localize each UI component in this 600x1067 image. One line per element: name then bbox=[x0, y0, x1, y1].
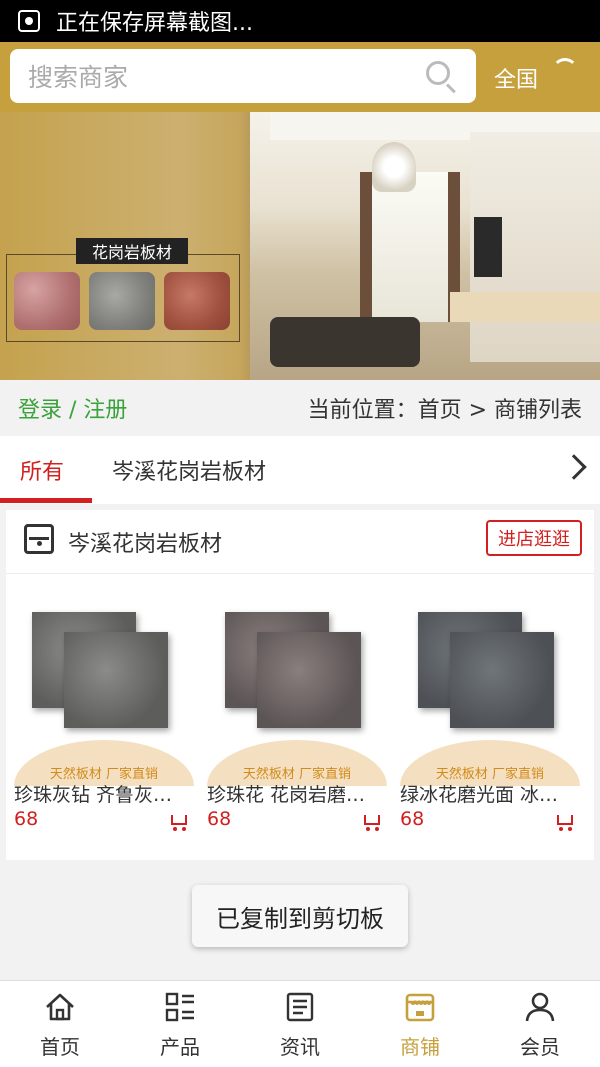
screenshot-icon bbox=[18, 10, 40, 32]
location-bar: 登录 / 注册 当前位置：首页 > 商铺列表 bbox=[0, 380, 600, 436]
nav-item-member[interactable]: 会员 bbox=[480, 981, 600, 1067]
granite-swatch-gray bbox=[89, 272, 155, 330]
status-text: 正在保存屏幕截图... bbox=[56, 11, 253, 36]
nav-label: 首页 bbox=[40, 1035, 80, 1059]
product-price: 68 bbox=[207, 808, 232, 830]
category-tabs: 所有 岑溪花岗岩板材 bbox=[0, 436, 600, 504]
user-icon bbox=[525, 992, 555, 1022]
nav-item-news[interactable]: 资讯 bbox=[240, 981, 360, 1067]
loading-spinner-icon bbox=[552, 58, 578, 84]
cart-icon[interactable] bbox=[361, 812, 383, 831]
search-icon[interactable] bbox=[424, 59, 458, 94]
nav-label: 资讯 bbox=[280, 1035, 320, 1059]
shop-name[interactable]: 岑溪花岗岩板材 bbox=[68, 526, 222, 558]
nav-item-shops[interactable]: 商铺 bbox=[360, 981, 480, 1067]
product-name[interactable]: 绿冰花磨光面 冰… bbox=[400, 780, 580, 807]
cart-icon[interactable] bbox=[168, 812, 190, 831]
breadcrumb: 当前位置：首页 > 商铺列表 bbox=[307, 398, 582, 423]
banner-title: 花岗岩板材 bbox=[76, 238, 188, 264]
nav-label: 产品 bbox=[160, 1035, 200, 1059]
product-card[interactable]: 天然板材 厂家直销 珍珠灰钻 齐鲁灰… 68 bbox=[14, 600, 194, 850]
login-register-link[interactable]: 登录 / 注册 bbox=[18, 392, 127, 424]
product-name[interactable]: 珍珠灰钻 齐鲁灰… bbox=[14, 780, 194, 807]
shop-card-header: 岑溪花岗岩板材 进店逛逛 bbox=[6, 510, 594, 574]
nav-item-home[interactable]: 首页 bbox=[0, 981, 120, 1067]
product-card[interactable]: 天然板材 厂家直销 珍珠花 花岗岩磨… 68 bbox=[207, 600, 387, 850]
granite-swatch-pink bbox=[14, 272, 80, 330]
tab-all[interactable]: 所有 bbox=[20, 454, 64, 486]
banner[interactable]: 花岗岩板材 bbox=[0, 112, 600, 380]
store-icon bbox=[24, 524, 54, 554]
shop-card: 岑溪花岗岩板材 进店逛逛 天然板材 厂家直销 珍珠灰钻 齐鲁灰… 68 天然板材… bbox=[6, 510, 594, 860]
cart-icon[interactable] bbox=[554, 812, 576, 831]
chevron-right-icon[interactable] bbox=[561, 454, 587, 480]
grid-list-icon bbox=[165, 992, 194, 1022]
nav-label: 商铺 bbox=[400, 1035, 440, 1059]
sofa-image bbox=[270, 317, 420, 367]
visit-shop-button[interactable]: 进店逛逛 bbox=[486, 520, 582, 556]
status-bar: 正在保存屏幕截图... bbox=[0, 0, 600, 42]
bottom-nav: 首页 产品 资讯 商铺 会员 bbox=[0, 980, 600, 1067]
chandelier-image bbox=[372, 142, 416, 192]
granite-swatch-red bbox=[164, 272, 230, 330]
nav-label: 会员 bbox=[520, 1035, 560, 1059]
region-selector[interactable]: 全国 bbox=[494, 62, 538, 94]
news-icon bbox=[286, 992, 314, 1022]
product-name[interactable]: 珍珠花 花岗岩磨… bbox=[207, 780, 387, 807]
header: 搜索商家 全国 bbox=[0, 42, 600, 112]
home-icon bbox=[46, 993, 74, 1021]
nav-item-products[interactable]: 产品 bbox=[120, 981, 240, 1067]
store-icon bbox=[405, 993, 435, 1022]
product-price: 68 bbox=[14, 808, 39, 830]
toast-message: 已复制到剪切板 bbox=[192, 885, 408, 947]
tab-active-indicator bbox=[0, 498, 92, 503]
product-price: 68 bbox=[400, 808, 425, 830]
search-input[interactable]: 搜索商家 bbox=[10, 49, 476, 103]
tab-cenxi-granite[interactable]: 岑溪花岗岩板材 bbox=[112, 454, 266, 486]
product-card[interactable]: 天然板材 厂家直销 绿冰花磨光面 冰… 68 bbox=[400, 600, 580, 850]
search-placeholder: 搜索商家 bbox=[28, 63, 129, 92]
